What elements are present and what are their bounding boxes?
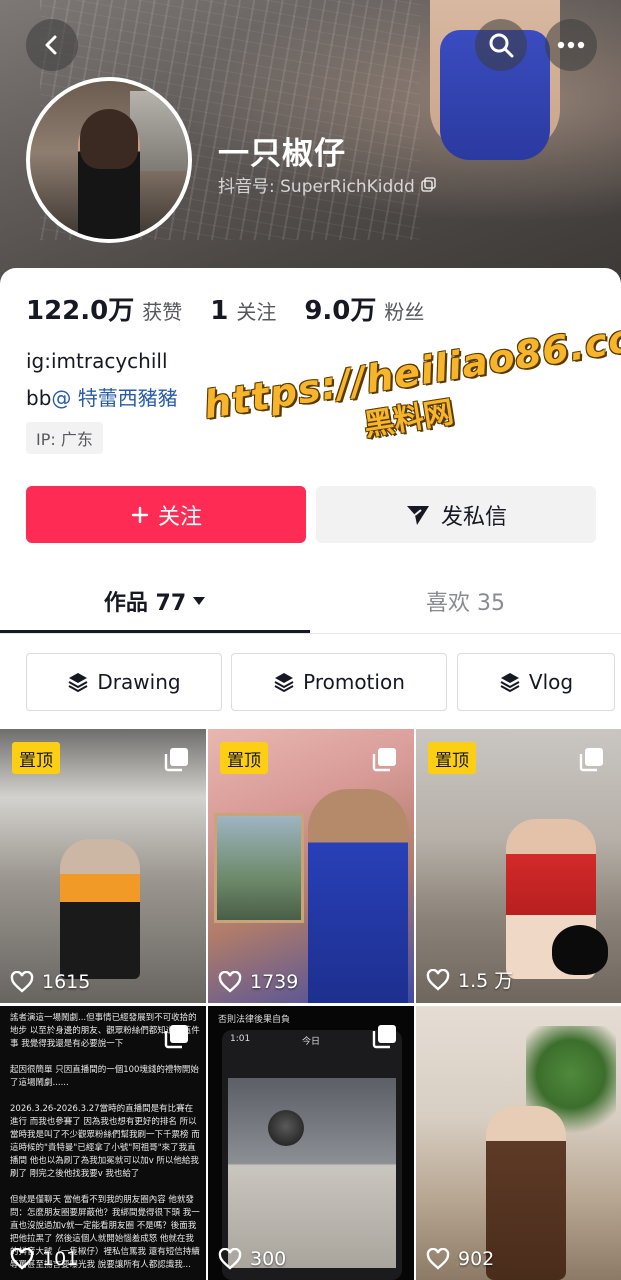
message-button[interactable]: 发私信: [316, 486, 596, 543]
follow-button[interactable]: 关注: [26, 486, 306, 543]
phone-date: 今日: [302, 1037, 321, 1047]
thumbnail-figure: [60, 839, 140, 979]
video-like-count: 300: [218, 1248, 286, 1270]
content-tabs: 作品 77 喜欢 35: [0, 568, 621, 634]
back-icon: [45, 35, 57, 55]
douyin-id[interactable]: 抖音号: SuperRichKiddd: [218, 172, 437, 197]
profile-name: 一只椒仔: [218, 136, 346, 172]
collection-label: Promotion: [303, 670, 405, 694]
profile-banner: 一只椒仔 抖音号: SuperRichKiddd: [0, 0, 621, 290]
like-count-text: 300: [250, 1248, 287, 1270]
video-thumbnail-1[interactable]: 置顶 1615: [0, 729, 206, 1003]
emoji-sticker: [268, 1110, 304, 1146]
likes-count: 122.0万: [26, 296, 135, 326]
video-thumbnail-5[interactable]: 否則法律後果自負 1:01 今日 300: [208, 1006, 414, 1280]
heart-outline-icon: [426, 1248, 450, 1270]
followers-label[interactable]: 粉丝: [384, 296, 424, 325]
video-like-count: 1615: [10, 971, 90, 993]
bio-line-2: bb@ 特蕾西豬豬: [26, 382, 178, 411]
thumbnail-note-text: 謠者演這一場鬧劇...但事情已經發展到不可收拾的地步 以至於身邊的朋友、觀眾粉絲…: [10, 1013, 200, 1270]
pinned-badge: 置顶: [428, 742, 476, 774]
video-thumbnail-3[interactable]: 置顶 1.5 万: [416, 729, 621, 1003]
thumbnail-figure: [308, 789, 408, 1003]
collection-chips: Drawing Promotion Vlog: [0, 653, 621, 711]
pinned-badge: 置顶: [12, 742, 60, 774]
heart-outline-icon: [10, 971, 34, 993]
likes-label: 获赞: [142, 300, 183, 324]
heart-outline-icon: [426, 968, 450, 991]
douyin-id-text: 抖音号: SuperRichKiddd: [218, 177, 415, 197]
layers-icon: [500, 673, 520, 693]
collection-chip-vlog[interactable]: Vlog: [457, 653, 615, 711]
search-icon: [489, 33, 514, 58]
video-like-count: 902: [426, 1248, 494, 1270]
video-grid: 置顶 1615 置顶 1739 置顶 1.5 万 謠者演這一場鬧劇...但事情已…: [0, 729, 621, 1280]
thumbnail-caption: 否則法律後果自負: [218, 1015, 291, 1025]
collection-chip-promotion[interactable]: Promotion: [231, 653, 447, 711]
avatar[interactable]: [26, 77, 192, 243]
heart-outline-icon: [218, 971, 242, 993]
following-count[interactable]: 1: [210, 296, 228, 326]
tab-works[interactable]: 作品 77: [0, 568, 310, 634]
search-button[interactable]: [475, 19, 527, 71]
video-thumbnail-4[interactable]: 謠者演這一場鬧劇...但事情已經發展到不可收拾的地步 以至於身邊的朋友、觀眾粉絲…: [0, 1006, 206, 1280]
multi-image-icon: [164, 748, 188, 772]
like-count-text: 101: [42, 1248, 79, 1270]
video-like-count: 1.5 万: [426, 966, 513, 993]
follow-label: 关注: [157, 504, 202, 530]
bio-line-1: ig:imtracychill: [26, 349, 168, 373]
multi-image-icon: [164, 1025, 188, 1049]
layers-icon: [68, 673, 88, 693]
tab-works-label: 作品 77: [103, 591, 187, 616]
like-count-text: 1739: [250, 971, 299, 993]
ip-location-tag: IP: 广东: [26, 422, 103, 454]
stats-row: 122.0万 获赞 1 关注 9.0万 粉丝: [26, 290, 452, 327]
more-icon: [557, 41, 585, 49]
avatar-hair: [80, 109, 138, 169]
like-count-text: 902: [458, 1248, 495, 1270]
bio-mention-link[interactable]: @ 特蕾西豬豬: [51, 386, 177, 410]
tab-divider: [0, 633, 621, 634]
thumbnail-figure: [486, 1106, 566, 1280]
heart-sticker: [552, 925, 608, 975]
multi-image-icon: [372, 748, 396, 772]
tab-likes-label: 喜欢 35: [426, 591, 505, 616]
multi-image-icon: [372, 1025, 396, 1049]
watermark: https://heiliao86.com 黑料网: [201, 309, 621, 469]
layers-icon: [274, 673, 294, 693]
heart-outline-icon: [218, 1248, 242, 1270]
copy-icon[interactable]: [421, 176, 437, 193]
collection-label: Drawing: [97, 670, 181, 694]
pinned-badge: 置顶: [220, 742, 268, 774]
bio-prefix: bb: [26, 386, 52, 410]
caret-down-icon: [193, 597, 206, 605]
collection-chip-drawing[interactable]: Drawing: [26, 653, 222, 711]
video-thumbnail-6[interactable]: 902: [416, 1006, 621, 1280]
multi-image-icon: [579, 748, 603, 772]
send-message-icon: [406, 505, 429, 525]
followers-count[interactable]: 9.0万: [304, 290, 376, 327]
video-like-count: 101: [10, 1248, 78, 1270]
back-button[interactable]: [26, 19, 78, 71]
message-label: 发私信: [440, 504, 507, 530]
video-thumbnail-2[interactable]: 置顶 1739: [208, 729, 414, 1003]
thumbnail-photo: [228, 1078, 396, 1268]
collection-label: Vlog: [528, 670, 574, 694]
thumbnail-painting: [214, 813, 304, 923]
phone-time: 1:01: [230, 1034, 251, 1044]
more-button[interactable]: [545, 19, 597, 71]
video-like-count: 1739: [218, 971, 298, 993]
following-label[interactable]: 关注: [236, 296, 276, 325]
plus-icon: [131, 506, 149, 523]
heart-outline-icon: [10, 1248, 34, 1270]
like-count-text: 1615: [42, 971, 91, 993]
tab-likes[interactable]: 喜欢 35: [310, 568, 621, 634]
like-count-text: 1.5 万: [458, 970, 514, 992]
